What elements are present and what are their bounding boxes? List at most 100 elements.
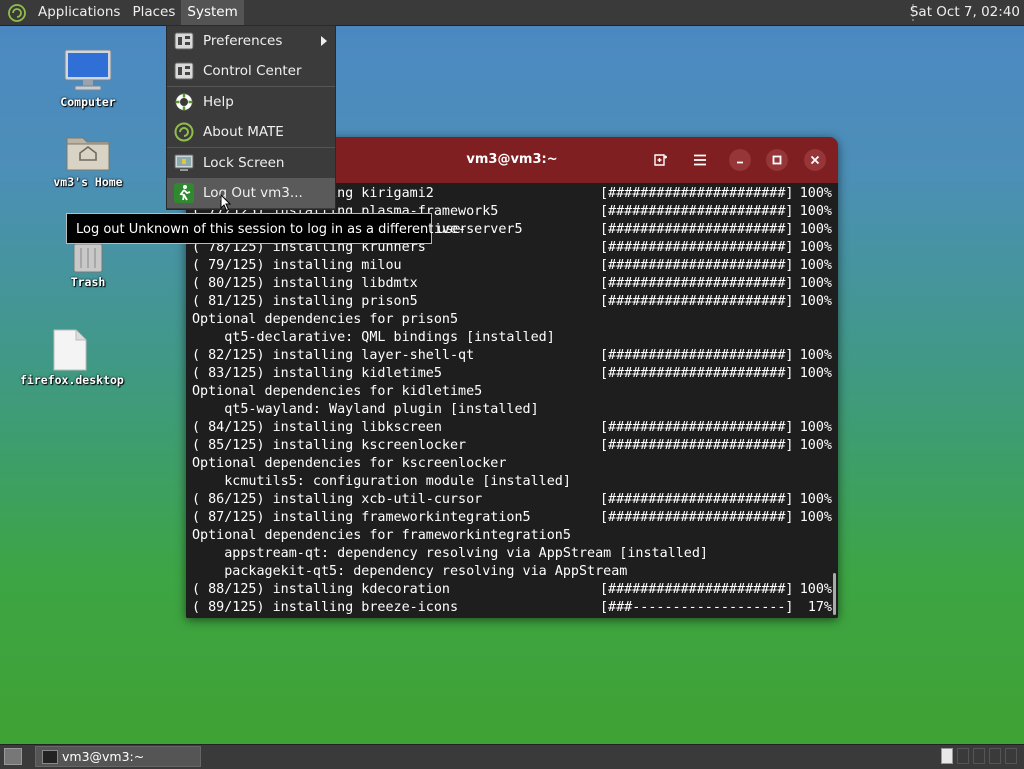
- applications-menu[interactable]: Applications: [32, 0, 126, 25]
- maximize-button[interactable]: [766, 149, 788, 171]
- progress-bar-text: [######################]: [600, 510, 794, 525]
- progress-percent: 100%: [799, 366, 832, 381]
- progress-bar-text: [######################]: [600, 438, 794, 453]
- mate-logo-icon[interactable]: [6, 2, 28, 24]
- workspace-1-button[interactable]: [941, 748, 953, 764]
- progress-bar-text: [######################]: [600, 348, 794, 363]
- show-desktop-button[interactable]: [4, 748, 22, 765]
- menu-item-control-center[interactable]: Control Center: [167, 56, 335, 86]
- terminal-line: Optional dependencies for kidletime5: [192, 384, 483, 399]
- progress-percent: 17%: [807, 600, 832, 615]
- progress-bar-text: [######################]: [600, 582, 794, 597]
- progress-percent: 100%: [799, 204, 832, 219]
- progress-percent: 100%: [799, 420, 832, 435]
- help-icon: [174, 92, 194, 112]
- terminal-line: Optional dependencies for prison5: [192, 312, 459, 327]
- progress-percent: 100%: [799, 582, 832, 597]
- file-icon: [20, 324, 120, 372]
- terminal-line: kcmutils5: configuration module [install…: [192, 474, 571, 489]
- progress-percent: 100%: [799, 186, 832, 201]
- new-tab-button[interactable]: [650, 149, 672, 171]
- taskbar-label: vm3@vm3:~: [62, 749, 145, 764]
- submenu-arrow-icon: [321, 36, 327, 46]
- home-folder-icon: [38, 126, 138, 174]
- progress-percent: 100%: [799, 510, 832, 525]
- terminal-line: ( 89/125) installing breeze-icons: [192, 600, 459, 615]
- taskbar-terminal-button[interactable]: vm3@vm3:~: [35, 746, 201, 767]
- control-center-icon: [174, 61, 194, 81]
- menu-item-label: Control Center: [203, 63, 302, 79]
- places-menu[interactable]: Places: [126, 0, 181, 25]
- workspace-5-button[interactable]: [1005, 748, 1017, 764]
- menu-item-lock-screen[interactable]: Lock Screen: [167, 148, 335, 178]
- bottom-panel: vm3@vm3:~: [0, 744, 1024, 769]
- terminal-line: qt5-declarative: QML bindings [installed…: [192, 330, 555, 345]
- menu-item-about-mate[interactable]: About MATE: [167, 117, 335, 147]
- terminal-line: ( 88/125) installing kdecoration: [192, 582, 450, 597]
- desktop-icon-label: firefox.desktop: [20, 373, 124, 387]
- workspace-4-button[interactable]: [989, 748, 1001, 764]
- desktop-icon-home[interactable]: vm3's Home: [38, 126, 138, 189]
- terminal-line: qt5-wayland: Wayland plugin [installed]: [192, 402, 539, 417]
- menu-item-label: Preferences: [203, 33, 283, 49]
- terminal-line: Optional dependencies for frameworkinteg…: [192, 528, 571, 543]
- progress-bar-text: [######################]: [600, 366, 794, 381]
- terminal-scrollbar[interactable]: [833, 573, 836, 615]
- terminal-line: ( 83/125) installing kidletime5: [192, 366, 442, 381]
- progress-percent: 100%: [799, 258, 832, 273]
- lock-screen-icon: [174, 153, 194, 173]
- terminal-line: packagekit-qt5: dependency resolving via…: [192, 564, 628, 579]
- mate-logo-icon: [174, 122, 194, 142]
- terminal-line: Optional dependencies for kscreenlocker: [192, 456, 507, 471]
- terminal-line: ( 81/125) installing prison5: [192, 294, 418, 309]
- terminal-line: ( 84/125) installing libkscreen: [192, 420, 442, 435]
- menu-item-log-out[interactable]: Log Out vm3...: [167, 178, 335, 208]
- menu-item-help[interactable]: Help: [167, 87, 335, 117]
- desktop-icon-label: Computer: [60, 95, 116, 109]
- clock[interactable]: Sat Oct 7, 02:40: [910, 0, 1020, 25]
- progress-bar-text: [######################]: [600, 258, 794, 273]
- terminal-line: ( 79/125) installing milou: [192, 258, 402, 273]
- menu-item-preferences[interactable]: Preferences: [167, 26, 335, 56]
- terminal-line: ( 86/125) installing xcb-util-cursor: [192, 492, 483, 507]
- menu-item-label: About MATE: [203, 124, 284, 140]
- progress-bar-text: [######################]: [600, 492, 794, 507]
- log-out-icon: [174, 183, 194, 203]
- progress-percent: 100%: [799, 348, 832, 363]
- terminal-line: ( 85/125) installing kscreenlocker: [192, 438, 467, 453]
- minimize-button[interactable]: [729, 149, 751, 171]
- system-menu[interactable]: System: [181, 0, 244, 25]
- progress-percent: 100%: [799, 276, 832, 291]
- progress-percent: 100%: [799, 240, 832, 255]
- terminal-line: ( 82/125) installing layer-shell-qt: [192, 348, 475, 363]
- progress-percent: 100%: [799, 222, 832, 237]
- system-dropdown-menu: Preferences Control Center Help About MA…: [166, 25, 336, 210]
- progress-bar-text: [######################]: [600, 240, 794, 255]
- progress-bar-text: [######################]: [600, 204, 794, 219]
- menu-item-label: Lock Screen: [203, 155, 285, 171]
- progress-bar-text: [###-------------------]: [600, 600, 794, 615]
- hamburger-menu-button[interactable]: [689, 149, 711, 171]
- top-panel: Applications Places System Sat Oct 7, 02…: [0, 0, 1024, 26]
- progress-bar-text: [######################]: [600, 222, 794, 237]
- log-out-tooltip: Log out Unknown of this session to log i…: [66, 213, 466, 244]
- desktop-icon-label: Trash: [70, 275, 106, 289]
- workspace-2-button[interactable]: [957, 748, 969, 764]
- progress-percent: 100%: [799, 492, 832, 507]
- progress-bar-text: [######################]: [600, 420, 794, 435]
- progress-bar-text: [######################]: [600, 276, 794, 291]
- terminal-line: ( 87/125) installing frameworkintegratio…: [192, 510, 531, 525]
- close-button[interactable]: [804, 149, 826, 171]
- desktop-icon-label: vm3's Home: [53, 175, 123, 189]
- workspace-3-button[interactable]: [973, 748, 985, 764]
- menu-item-label: Log Out vm3...: [203, 185, 303, 201]
- terminal-line: ( 80/125) installing libdmtx: [192, 276, 418, 291]
- desktop-icon-computer[interactable]: Computer: [38, 46, 138, 109]
- progress-percent: 100%: [799, 438, 832, 453]
- computer-icon: [38, 46, 138, 94]
- desktop-icon-firefox-desktop[interactable]: firefox.desktop: [20, 324, 124, 387]
- terminal-output[interactable]: ( 76/125) installing kirigami2[#########…: [186, 183, 838, 618]
- menu-item-label: Help: [203, 94, 234, 110]
- progress-bar-text: [######################]: [600, 186, 794, 201]
- terminal-icon: [42, 750, 58, 764]
